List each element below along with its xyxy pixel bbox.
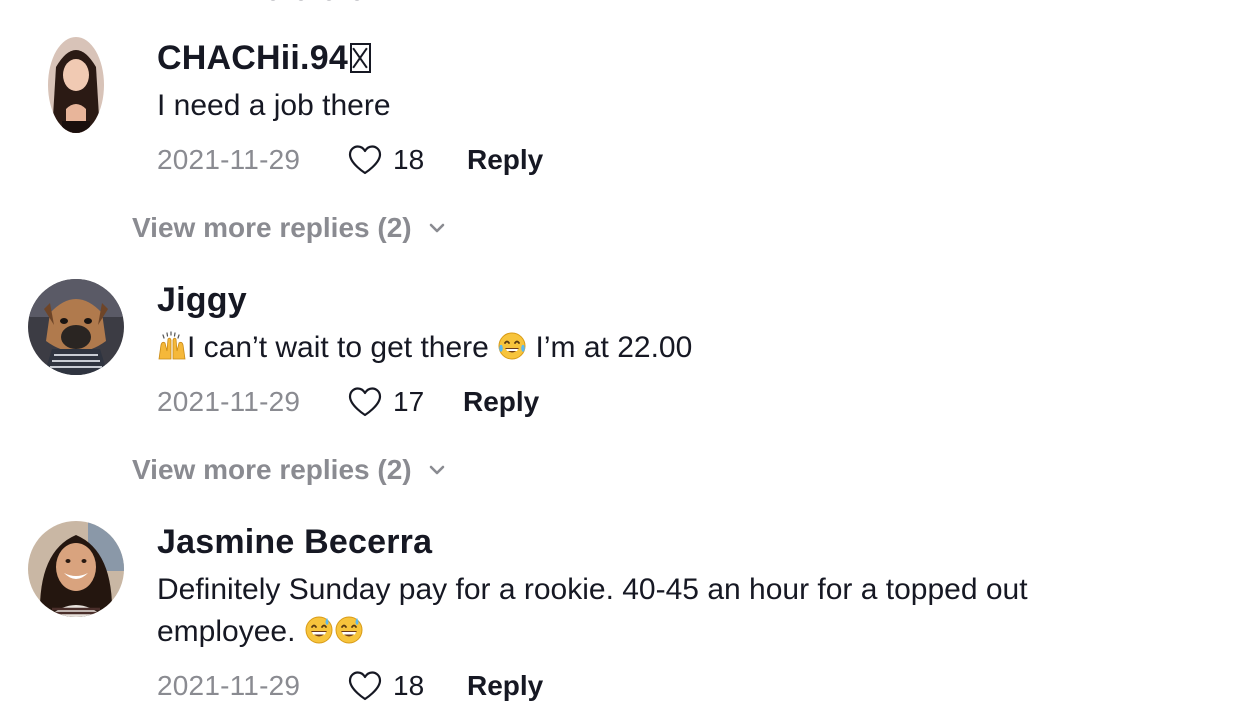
comment-date: 2021-11-29	[157, 144, 301, 175]
view-more-replies-button[interactable]: View more replies (2)	[132, 453, 446, 487]
comment-date: 2021-11-29	[157, 386, 301, 417]
like-button[interactable]: 18	[347, 670, 467, 702]
avatar-image	[28, 279, 124, 375]
view-more-replies-label: View more replies (2)	[132, 454, 412, 485]
avatar[interactable]	[28, 521, 124, 617]
chevron-down-icon	[429, 465, 444, 475]
tears-of-joy-icon	[498, 332, 526, 360]
like-count: 17	[393, 386, 425, 417]
comment-text: Definitely Sunday pay for a rookie. 40-4…	[157, 573, 1028, 648]
like-button[interactable]: 18	[347, 144, 467, 176]
unsupported-glyph-icon	[349, 43, 371, 73]
comment-username[interactable]: Jasmine Becerra	[157, 523, 432, 562]
comment-text: I can’t wait to get there I’m at 22.00	[157, 327, 1197, 369]
avatar[interactable]	[48, 37, 104, 133]
heart-icon	[348, 671, 382, 701]
avatar-image	[28, 521, 124, 617]
chevron-down-icon	[429, 223, 444, 233]
comment-text: I need a job there	[157, 89, 391, 122]
reply-button[interactable]: Reply	[467, 144, 543, 176]
reply-button[interactable]: Reply	[467, 670, 543, 702]
view-more-replies-button[interactable]: View more replies (2)	[132, 211, 446, 245]
like-button[interactable]: 17	[347, 386, 463, 418]
comment-meta: 2021-11-29 17 Reply	[157, 382, 539, 422]
reply-button[interactable]: Reply	[463, 386, 539, 418]
avatar[interactable]	[28, 279, 124, 375]
comment-username[interactable]: Jiggy	[157, 281, 247, 320]
like-count: 18	[393, 670, 425, 701]
grinning-sweat-icon	[305, 616, 333, 644]
grinning-sweat-icon	[335, 616, 363, 644]
comment-date: 2021-11-29	[157, 670, 301, 701]
avatar-image	[48, 37, 104, 133]
view-more-replies-label: View more replies (2)	[132, 212, 412, 243]
heart-icon	[348, 145, 382, 175]
like-count: 18	[393, 144, 425, 175]
comment-meta: 2021-11-29 18 Reply	[157, 666, 543, 706]
comment-username[interactable]: CHACHii.94	[157, 39, 371, 78]
heart-icon	[348, 387, 382, 417]
raising-hands-icon	[158, 331, 186, 360]
comment-meta: 2021-11-29 18 Reply	[157, 140, 543, 180]
previous-content-fragment	[270, 0, 420, 4]
